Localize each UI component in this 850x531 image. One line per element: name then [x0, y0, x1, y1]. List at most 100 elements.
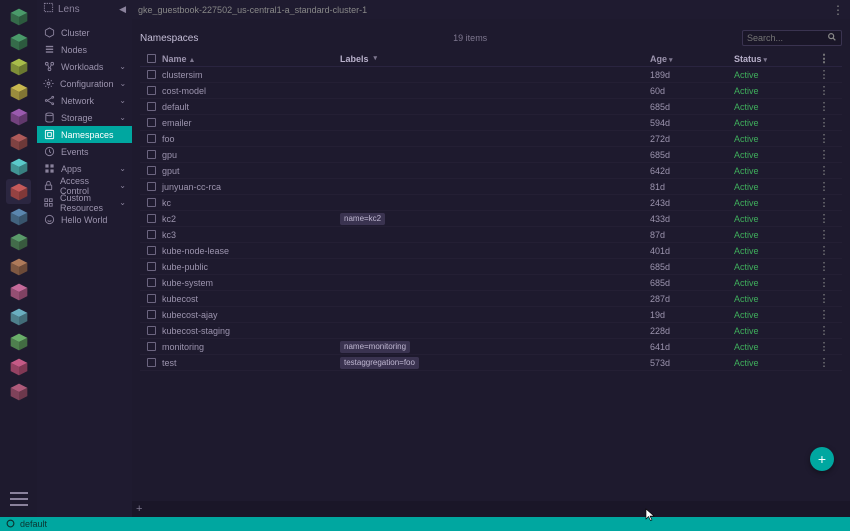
table-row[interactable]: kc243dActive⋮: [140, 195, 842, 211]
cluster-switch-6[interactable]: [6, 154, 31, 179]
row-name[interactable]: emailer: [160, 118, 340, 128]
cluster-switch-9[interactable]: [6, 229, 31, 254]
row-name[interactable]: default: [160, 102, 340, 112]
sidebar-item-network[interactable]: Network⌄: [37, 92, 132, 109]
row-name[interactable]: gput: [160, 166, 340, 176]
table-row[interactable]: monitoringname=monitoring641dActive⋮: [140, 339, 842, 355]
row-checkbox[interactable]: [142, 326, 160, 335]
table-row[interactable]: junyuan-cc-rca81dActive⋮: [140, 179, 842, 195]
cluster-switch-3[interactable]: [6, 79, 31, 104]
cluster-switch-15[interactable]: [6, 379, 31, 404]
row-actions-menu[interactable]: ⋮: [816, 196, 832, 209]
add-button[interactable]: +: [810, 447, 834, 471]
row-actions-menu[interactable]: ⋮: [816, 260, 832, 273]
row-name[interactable]: kubecost-ajay: [160, 310, 340, 320]
table-row[interactable]: kube-node-lease401dActive⋮: [140, 243, 842, 259]
row-name[interactable]: gpu: [160, 150, 340, 160]
row-actions-menu[interactable]: ⋮: [816, 84, 832, 97]
select-all-checkbox[interactable]: [142, 54, 160, 63]
menu-button[interactable]: [6, 486, 31, 511]
row-checkbox[interactable]: [142, 70, 160, 79]
table-row[interactable]: kubecost287dActive⋮: [140, 291, 842, 307]
row-checkbox[interactable]: [142, 342, 160, 351]
cluster-switch-14[interactable]: [6, 354, 31, 379]
row-name[interactable]: kubecost: [160, 294, 340, 304]
sidebar-item-events[interactable]: Events: [37, 143, 132, 160]
col-status[interactable]: Status▾: [734, 54, 816, 64]
table-row[interactable]: testtestaggregation=foo573dActive⋮: [140, 355, 842, 371]
table-row[interactable]: gput642dActive⋮: [140, 163, 842, 179]
row-actions-menu[interactable]: ⋮: [816, 308, 832, 321]
col-name[interactable]: Name▲: [160, 54, 340, 64]
row-name[interactable]: kc: [160, 198, 340, 208]
row-checkbox[interactable]: [142, 150, 160, 159]
table-row[interactable]: emailer594dActive⋮: [140, 115, 842, 131]
table-row[interactable]: gpu685dActive⋮: [140, 147, 842, 163]
terminal-add-tab[interactable]: +: [136, 503, 142, 515]
table-row[interactable]: kubecost-ajay19dActive⋮: [140, 307, 842, 323]
row-name[interactable]: clustersim: [160, 70, 340, 80]
row-actions-menu[interactable]: ⋮: [816, 356, 832, 369]
sidebar-item-storage[interactable]: Storage⌄: [37, 109, 132, 126]
row-checkbox[interactable]: [142, 182, 160, 191]
cluster-switch-1[interactable]: [6, 29, 31, 54]
row-actions-menu[interactable]: ⋮: [816, 212, 832, 225]
row-checkbox[interactable]: [142, 102, 160, 111]
cluster-switch-8[interactable]: [6, 204, 31, 229]
row-name[interactable]: cost-model: [160, 86, 340, 96]
row-name[interactable]: kubecost-staging: [160, 326, 340, 336]
pin-icon[interactable]: ◀: [119, 4, 126, 15]
row-actions-menu[interactable]: ⋮: [816, 132, 832, 145]
table-row[interactable]: clustersim189dActive⋮: [140, 67, 842, 83]
row-actions-menu[interactable]: ⋮: [816, 180, 832, 193]
row-name[interactable]: monitoring: [160, 342, 340, 352]
topbar-more-icon[interactable]: ⋮: [832, 3, 844, 17]
row-name[interactable]: foo: [160, 134, 340, 144]
row-checkbox[interactable]: [142, 166, 160, 175]
row-actions-menu[interactable]: ⋮: [816, 324, 832, 337]
sidebar-item-namespaces[interactable]: Namespaces: [37, 126, 132, 143]
table-row[interactable]: default685dActive⋮: [140, 99, 842, 115]
cluster-switch-5[interactable]: [6, 129, 31, 154]
cluster-switch-13[interactable]: [6, 329, 31, 354]
sidebar-item-access-control[interactable]: Access Control⌄: [37, 177, 132, 194]
sidebar-item-apps[interactable]: Apps⌄: [37, 160, 132, 177]
row-actions-menu[interactable]: ⋮: [816, 244, 832, 257]
row-actions-menu[interactable]: ⋮: [816, 164, 832, 177]
row-actions-menu[interactable]: ⋮: [816, 68, 832, 81]
row-actions-menu[interactable]: ⋮: [816, 228, 832, 241]
row-name[interactable]: kc3: [160, 230, 340, 240]
table-row[interactable]: foo272dActive⋮: [140, 131, 842, 147]
row-checkbox[interactable]: [142, 310, 160, 319]
cluster-switch-11[interactable]: [6, 279, 31, 304]
row-actions-menu[interactable]: ⋮: [816, 340, 832, 353]
row-actions-menu[interactable]: ⋮: [816, 148, 832, 161]
row-checkbox[interactable]: [142, 262, 160, 271]
col-actions-menu[interactable]: ⋮: [816, 52, 832, 65]
table-row[interactable]: kubecost-staging228dActive⋮: [140, 323, 842, 339]
cluster-switch-0[interactable]: [6, 4, 31, 29]
context-name[interactable]: default: [20, 519, 47, 529]
table-row[interactable]: kc387dActive⋮: [140, 227, 842, 243]
row-name[interactable]: kc2: [160, 214, 340, 224]
row-checkbox[interactable]: [142, 86, 160, 95]
row-checkbox[interactable]: [142, 214, 160, 223]
row-name[interactable]: kube-public: [160, 262, 340, 272]
sidebar-item-custom-resources[interactable]: Custom Resources⌄: [37, 194, 132, 211]
search-input[interactable]: [747, 33, 827, 43]
row-actions-menu[interactable]: ⋮: [816, 292, 832, 305]
cluster-switch-12[interactable]: [6, 304, 31, 329]
row-name[interactable]: test: [160, 358, 340, 368]
row-actions-menu[interactable]: ⋮: [816, 100, 832, 113]
row-checkbox[interactable]: [142, 118, 160, 127]
row-actions-menu[interactable]: ⋮: [816, 116, 832, 129]
table-row[interactable]: cost-model60dActive⋮: [140, 83, 842, 99]
cluster-switch-2[interactable]: [6, 54, 31, 79]
row-name[interactable]: junyuan-cc-rca: [160, 182, 340, 192]
row-checkbox[interactable]: [142, 294, 160, 303]
search-box[interactable]: [742, 30, 842, 46]
row-name[interactable]: kube-system: [160, 278, 340, 288]
cluster-switch-7[interactable]: [6, 179, 31, 204]
label-chip[interactable]: name=monitoring: [340, 341, 410, 353]
row-checkbox[interactable]: [142, 134, 160, 143]
